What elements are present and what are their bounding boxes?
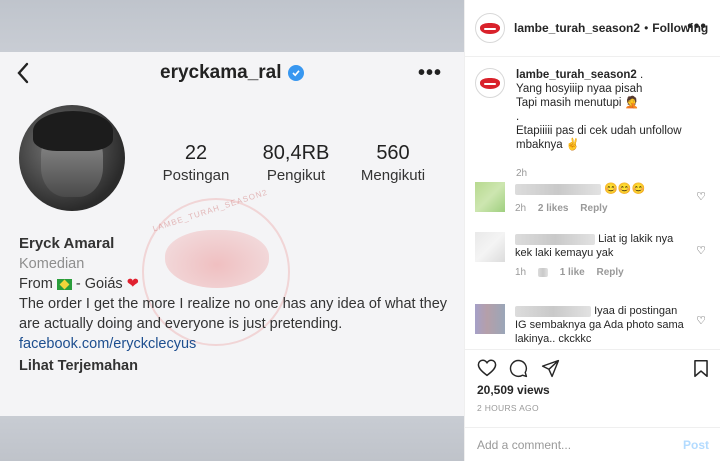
stat-value: 80,4RB xyxy=(262,142,330,164)
red-heart-icon: ❤ xyxy=(126,276,139,292)
comment-item: Iyaa di postingan IG sembaknya ga Ada ph… xyxy=(475,304,711,346)
blurred-username xyxy=(515,183,601,195)
commenter-avatar[interactable] xyxy=(475,182,505,212)
comment-time: 2h xyxy=(515,203,527,214)
avatar-hair xyxy=(33,111,113,151)
caption-time: 2h xyxy=(516,168,528,179)
comment-text: 😊😊😊 xyxy=(604,183,646,195)
post-actions: 20,509 views 2 HOURS AGO xyxy=(465,349,720,427)
separator-dot: • xyxy=(644,21,649,35)
post-comment-button[interactable]: Post xyxy=(683,438,709,452)
reply-button[interactable]: Reply xyxy=(580,203,607,214)
back-arrow-icon xyxy=(17,62,29,84)
caption-username[interactable]: lambe_turah_season2 xyxy=(516,69,637,81)
stat-value: 560 xyxy=(376,142,410,164)
brazil-flag-icon xyxy=(56,278,72,290)
blurred-username xyxy=(515,233,595,245)
view-count[interactable]: 20,509 views xyxy=(477,383,550,397)
profile-link: facebook.com/eryckclecyus xyxy=(19,336,197,352)
commenter-avatar[interactable] xyxy=(475,232,505,262)
comment-bubble-icon[interactable] xyxy=(509,359,528,378)
stat-posts: 22 Postingan xyxy=(156,142,236,184)
caption-line: Etapiiiii pas di cek udah unfollow mbakn… xyxy=(516,125,682,151)
stat-label: Postingan xyxy=(162,167,230,184)
verified-badge-icon xyxy=(287,65,304,81)
comment-like-heart-icon[interactable]: ♡ xyxy=(696,314,706,327)
comment-likes[interactable]: 2 likes xyxy=(538,203,569,214)
comment-item: 😊😊😊 2h 2 likes Reply xyxy=(475,182,711,216)
stat-label: Mengikuti xyxy=(360,167,426,184)
bookmark-icon[interactable] xyxy=(693,359,709,378)
profile-from: From - Goiás ❤ xyxy=(19,274,449,294)
image-top-band xyxy=(0,0,464,52)
share-paper-plane-icon[interactable] xyxy=(541,359,560,378)
lips-logo-icon xyxy=(480,77,500,89)
see-translation: Lihat Terjemahan xyxy=(19,358,138,374)
profile-avatar xyxy=(19,105,125,211)
comment-like-heart-icon[interactable]: ♡ xyxy=(696,190,706,203)
profile-username-text: eryckama_ral xyxy=(160,62,282,83)
profile-bio-text: The order I get the more I realize no on… xyxy=(19,296,448,332)
lips-logo-icon xyxy=(480,22,500,34)
from-prefix: From xyxy=(19,276,53,292)
profile-more-icon: ••• xyxy=(418,62,443,84)
comment-item: Liat ig lakik nya kek laki kemayu yak 1h… xyxy=(475,232,711,280)
caption-line: Yang hosyiiip nyaa pisah xyxy=(516,83,643,95)
comment-like-heart-icon[interactable]: ♡ xyxy=(696,244,706,257)
profile-name: Eryck Amaral xyxy=(19,235,115,252)
stat-followers: 80,4RB Pengikut xyxy=(256,142,336,184)
comment-likes[interactable]: 1 like xyxy=(560,267,585,278)
post-timestamp: 2 HOURS AGO xyxy=(477,403,539,413)
add-comment-input[interactable]: Add a comment... xyxy=(477,438,571,452)
stat-following: 560 Mengikuti xyxy=(352,142,434,184)
author-username[interactable]: lambe_turah_season2 xyxy=(514,21,640,35)
profile-category: Komedian xyxy=(19,256,85,272)
stat-value: 22 xyxy=(184,142,208,164)
caption-line: . xyxy=(516,111,520,123)
profile-username: eryckama_ral xyxy=(160,62,304,84)
reply-button[interactable]: Reply xyxy=(597,267,624,278)
post-caption: lambe_turah_season2 . Yang hosyiiip nyaa… xyxy=(475,68,715,179)
comment-time: 1h xyxy=(515,267,527,278)
stat-label: Pengikut xyxy=(266,167,326,184)
caption-author-avatar[interactable] xyxy=(475,68,505,98)
caption-dot: . xyxy=(640,69,644,81)
like-heart-icon[interactable] xyxy=(477,359,497,377)
post-image[interactable]: eryckama_ral ••• 22 Postingan 80,4RB Pen… xyxy=(0,0,464,461)
author-avatar[interactable] xyxy=(475,13,505,43)
blurred-count xyxy=(537,267,548,277)
post-header: lambe_turah_season2 • Following ••• xyxy=(465,0,720,57)
post-side-panel: lambe_turah_season2 • Following ••• lamb… xyxy=(464,0,720,461)
profile-bio: Eryck Amaral Komedian From - Goiás ❤ The… xyxy=(19,234,449,376)
blurred-username xyxy=(515,305,591,317)
from-location: - Goiás xyxy=(75,276,123,292)
more-options-icon[interactable]: ••• xyxy=(687,18,707,36)
caption-line: Tapi masih menutupi 🤦 xyxy=(516,97,639,109)
add-comment-bar: Add a comment... Post xyxy=(465,427,720,461)
image-bottom-band xyxy=(0,416,464,461)
commenter-avatar[interactable] xyxy=(475,304,505,334)
